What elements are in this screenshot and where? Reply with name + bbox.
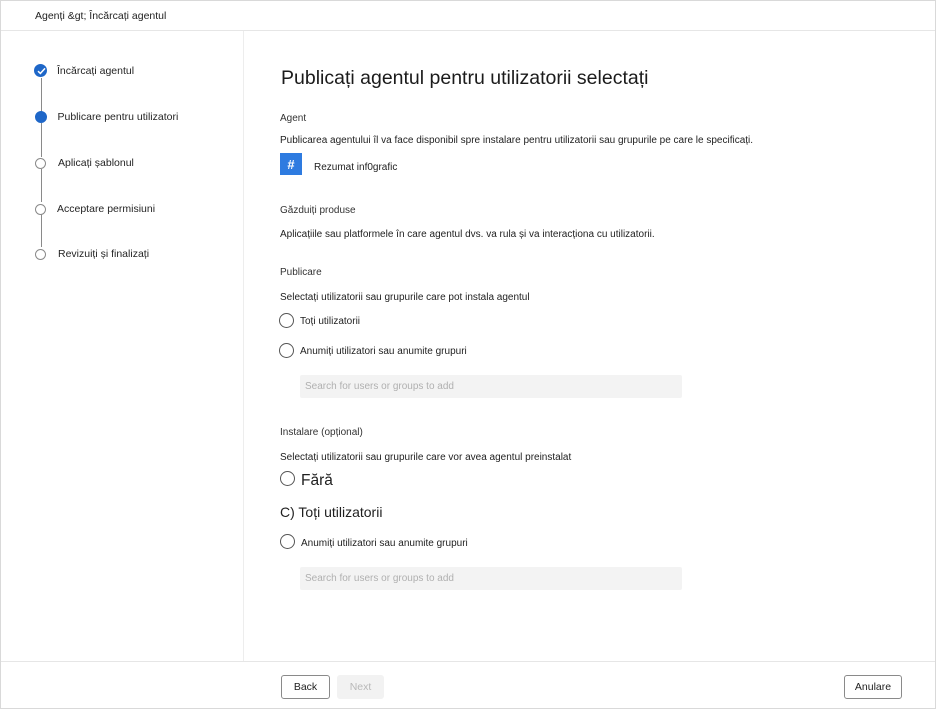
step-label: Aplicați șablonul xyxy=(58,157,134,169)
footer-bar: Back Next Anulare xyxy=(1,661,935,708)
step-complete-check-icon xyxy=(34,64,47,77)
breadcrumb: Agenți &gt; Încărcați agentul xyxy=(35,10,167,22)
agent-description: Publicarea agentului îl va face disponib… xyxy=(280,135,754,146)
step-review-finish[interactable]: Revizuiți și finalizați xyxy=(35,248,149,260)
steps-sidebar: Încărcați agentul Publicare pentru utili… xyxy=(1,31,244,662)
agent-icon: # xyxy=(280,153,302,175)
publish-all-users-radio[interactable] xyxy=(279,313,294,328)
install-specific-users-label[interactable]: Anumiți utilizatori sau anumite grupuri xyxy=(301,538,468,549)
step-connector xyxy=(40,213,42,247)
step-label: Acceptare permisiuni xyxy=(57,203,156,215)
next-button[interactable]: Next xyxy=(337,675,384,699)
top-bar: Agenți &gt; Încărcați agentul xyxy=(1,1,935,31)
cancel-button[interactable]: Anulare xyxy=(844,675,902,699)
step-apply-template[interactable]: Aplicați șablonul xyxy=(35,157,134,169)
agent-name: Rezumat inf0grafic xyxy=(314,162,398,173)
step-pending-icon xyxy=(35,248,46,260)
install-description: Selectați utilizatorii sau grupurile car… xyxy=(280,452,572,463)
step-label: Revizuiți și finalizați xyxy=(58,248,150,260)
install-none-radio[interactable] xyxy=(280,471,295,486)
step-accept-permissions[interactable]: Acceptare permisiuni xyxy=(35,203,155,215)
step-label: Încărcați agentul xyxy=(57,64,135,77)
step-connector xyxy=(40,169,42,202)
hosts-description: Aplicațiile sau platformele în care agen… xyxy=(280,229,655,240)
step-current-icon xyxy=(34,111,47,123)
install-all-users-option[interactable]: C) Toți utilizatorii xyxy=(280,504,382,520)
install-heading: Instalare (opțional) xyxy=(280,427,363,438)
page-title: Publicați agentul pentru utilizatorii se… xyxy=(281,67,649,89)
step-connector xyxy=(40,123,42,157)
agent-heading: Agent xyxy=(280,113,307,124)
step-upload-agent[interactable]: Încărcați agentul xyxy=(34,64,135,77)
publish-all-users-label[interactable]: Toți utilizatorii xyxy=(300,316,360,327)
back-button[interactable]: Back xyxy=(281,675,330,699)
publish-heading: Publicare xyxy=(280,267,322,278)
publish-search-input[interactable]: Search for users or groups to add xyxy=(300,375,682,398)
install-search-input[interactable]: Search for users or groups to add xyxy=(300,567,682,590)
main-content: Publicați agentul pentru utilizatorii se… xyxy=(244,31,935,662)
install-none-label[interactable]: Fără xyxy=(301,472,333,490)
step-pending-icon xyxy=(35,157,46,169)
publish-specific-users-label[interactable]: Anumiți utilizatori sau anumite grupuri xyxy=(300,346,467,357)
step-pending-icon xyxy=(35,203,46,215)
step-connector xyxy=(40,78,42,112)
step-publish-users[interactable]: Publicare pentru utilizatori xyxy=(34,111,179,123)
hosts-heading: Găzduiți produse xyxy=(280,205,356,216)
publish-description: Selectați utilizatorii sau grupurile car… xyxy=(280,292,530,303)
install-specific-users-radio[interactable] xyxy=(280,534,295,549)
step-label: Publicare pentru utilizatori xyxy=(57,111,179,123)
publish-specific-users-radio[interactable] xyxy=(279,343,294,358)
wizard-window: Agenți &gt; Încărcați agentul Încărcați … xyxy=(0,0,936,709)
